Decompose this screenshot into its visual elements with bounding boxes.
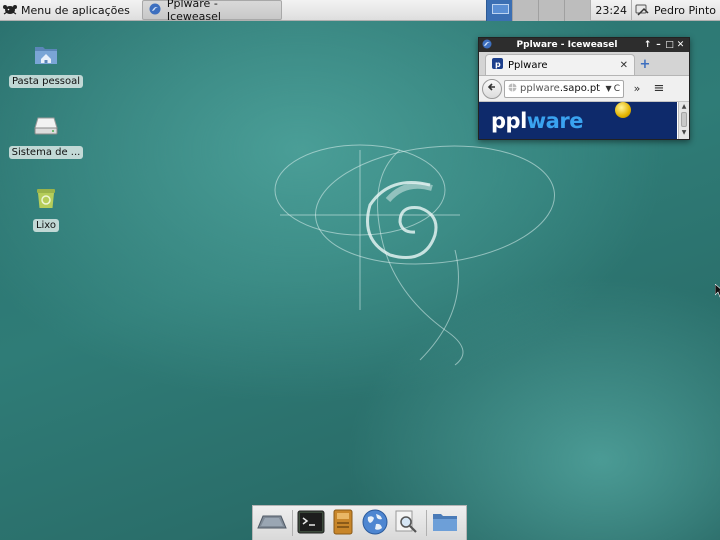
- tab-close-button[interactable]: ✕: [620, 60, 628, 71]
- browser-window[interactable]: Pplware - Iceweasel ↑ – □ ✕ p Pplware ✕ …: [478, 37, 690, 140]
- dock-separator: [426, 510, 428, 536]
- dock-show-desktop[interactable]: [257, 507, 287, 539]
- clock[interactable]: 23:24: [590, 0, 633, 21]
- url-domain: .sapo.pt: [559, 83, 601, 94]
- tab-title: Pplware: [508, 59, 548, 71]
- iceweasel-icon: [482, 39, 492, 52]
- back-button[interactable]: [482, 78, 502, 99]
- workspace-3[interactable]: [538, 0, 565, 21]
- vertical-scrollbar[interactable]: ▲ ▼: [678, 102, 689, 139]
- workspace-switcher[interactable]: [486, 0, 591, 21]
- scroll-up-arrow-icon[interactable]: ▲: [679, 102, 689, 111]
- reload-button[interactable]: C: [614, 84, 620, 94]
- workspace-4[interactable]: [564, 0, 591, 21]
- dock-web-browser[interactable]: [360, 507, 390, 539]
- tab-strip: p Pplware ✕ +: [479, 52, 689, 76]
- home-folder-icon: [33, 42, 59, 69]
- bottom-dock: [252, 505, 467, 540]
- iceweasel-icon: [149, 3, 167, 18]
- folder-icon: [431, 510, 459, 537]
- scroll-down-arrow-icon[interactable]: ▼: [679, 128, 689, 137]
- dock-file-manager[interactable]: [328, 507, 358, 539]
- debian-mouse-icon: [2, 2, 21, 19]
- workspace-2[interactable]: [512, 0, 539, 21]
- user-name-menu[interactable]: Pedro Pinto: [652, 4, 720, 17]
- drive-icon: [33, 115, 59, 140]
- desktop-icon-label: Sistema de ...: [8, 146, 84, 159]
- taskbar-window-button[interactable]: Pplware - Iceweasel: [141, 0, 282, 23]
- window-title: Pplware - Iceweasel: [516, 40, 618, 50]
- top-panel: Menu de aplicações Pplware - Iceweasel 2…: [0, 0, 720, 23]
- pplware-banner[interactable]: pplware: [479, 102, 677, 139]
- web-browser-icon: [362, 509, 388, 538]
- globe-icon: [508, 83, 517, 95]
- url-host: pplware: [520, 83, 560, 94]
- scroll-thumb[interactable]: [681, 112, 687, 127]
- svg-text:p: p: [495, 60, 501, 69]
- dock-terminal[interactable]: [296, 507, 326, 539]
- logo-badge-icon: [615, 102, 631, 118]
- url-bar[interactable]: pplware.sapo.pt ▼ C: [504, 79, 624, 98]
- dock-search[interactable]: [391, 507, 421, 539]
- logo-part-ppl: ppl: [491, 109, 527, 133]
- debian-swirl-wallpaper-icon: [274, 144, 555, 366]
- dock-separator: [292, 510, 293, 536]
- desktop-icon-filesystem[interactable]: Sistema de ...: [8, 115, 84, 159]
- window-close-button[interactable]: ✕: [675, 40, 686, 50]
- back-arrow-icon: [487, 82, 497, 95]
- workspace-1[interactable]: [486, 0, 513, 21]
- desktop-icon: [257, 512, 287, 535]
- toolbar-overflow-button[interactable]: »: [628, 82, 646, 95]
- search-icon: [393, 509, 419, 538]
- pplware-favicon-icon: p: [492, 58, 503, 72]
- plus-icon: +: [639, 57, 651, 72]
- navigation-toolbar: pplware.sapo.pt ▼ C » ≡: [479, 76, 689, 102]
- taskbar-window-label: Pplware - Iceweasel: [166, 0, 221, 23]
- desktop-icon-label: Pasta pessoal: [8, 75, 84, 88]
- tab-pplware[interactable]: p Pplware ✕: [485, 54, 635, 75]
- pplware-logo: pplware: [491, 109, 583, 133]
- desktop-icon-trash[interactable]: Lixo: [10, 186, 82, 232]
- url-history-dropdown[interactable]: ▼: [606, 84, 612, 93]
- window-minimize-button[interactable]: –: [653, 40, 664, 50]
- applications-menu-button[interactable]: Menu de aplicações: [0, 0, 136, 21]
- dock-folder[interactable]: [430, 507, 460, 539]
- url-text: pplware.sapo.pt: [520, 83, 604, 94]
- page-content: pplware ▲ ▼: [479, 102, 689, 139]
- window-titlebar[interactable]: Pplware - Iceweasel ↑ – □ ✕: [479, 38, 689, 52]
- file-manager-icon: [332, 509, 354, 538]
- terminal-icon: [297, 510, 325, 537]
- new-tab-button[interactable]: +: [635, 54, 655, 75]
- window-maximize-button[interactable]: □: [664, 40, 675, 50]
- logo-part-ware: ware: [526, 109, 584, 133]
- window-shade-button[interactable]: ↑: [642, 40, 653, 50]
- desktop-icon-home[interactable]: Pasta pessoal: [8, 42, 84, 88]
- desktop-icon-label: Lixo: [32, 219, 60, 232]
- trash-icon: [34, 186, 58, 213]
- hamburger-menu-button[interactable]: ≡: [650, 81, 668, 96]
- mouse-cursor-icon: [715, 284, 720, 298]
- applications-menu-label: Menu de aplicações: [21, 3, 130, 17]
- network-icon[interactable]: [632, 0, 652, 21]
